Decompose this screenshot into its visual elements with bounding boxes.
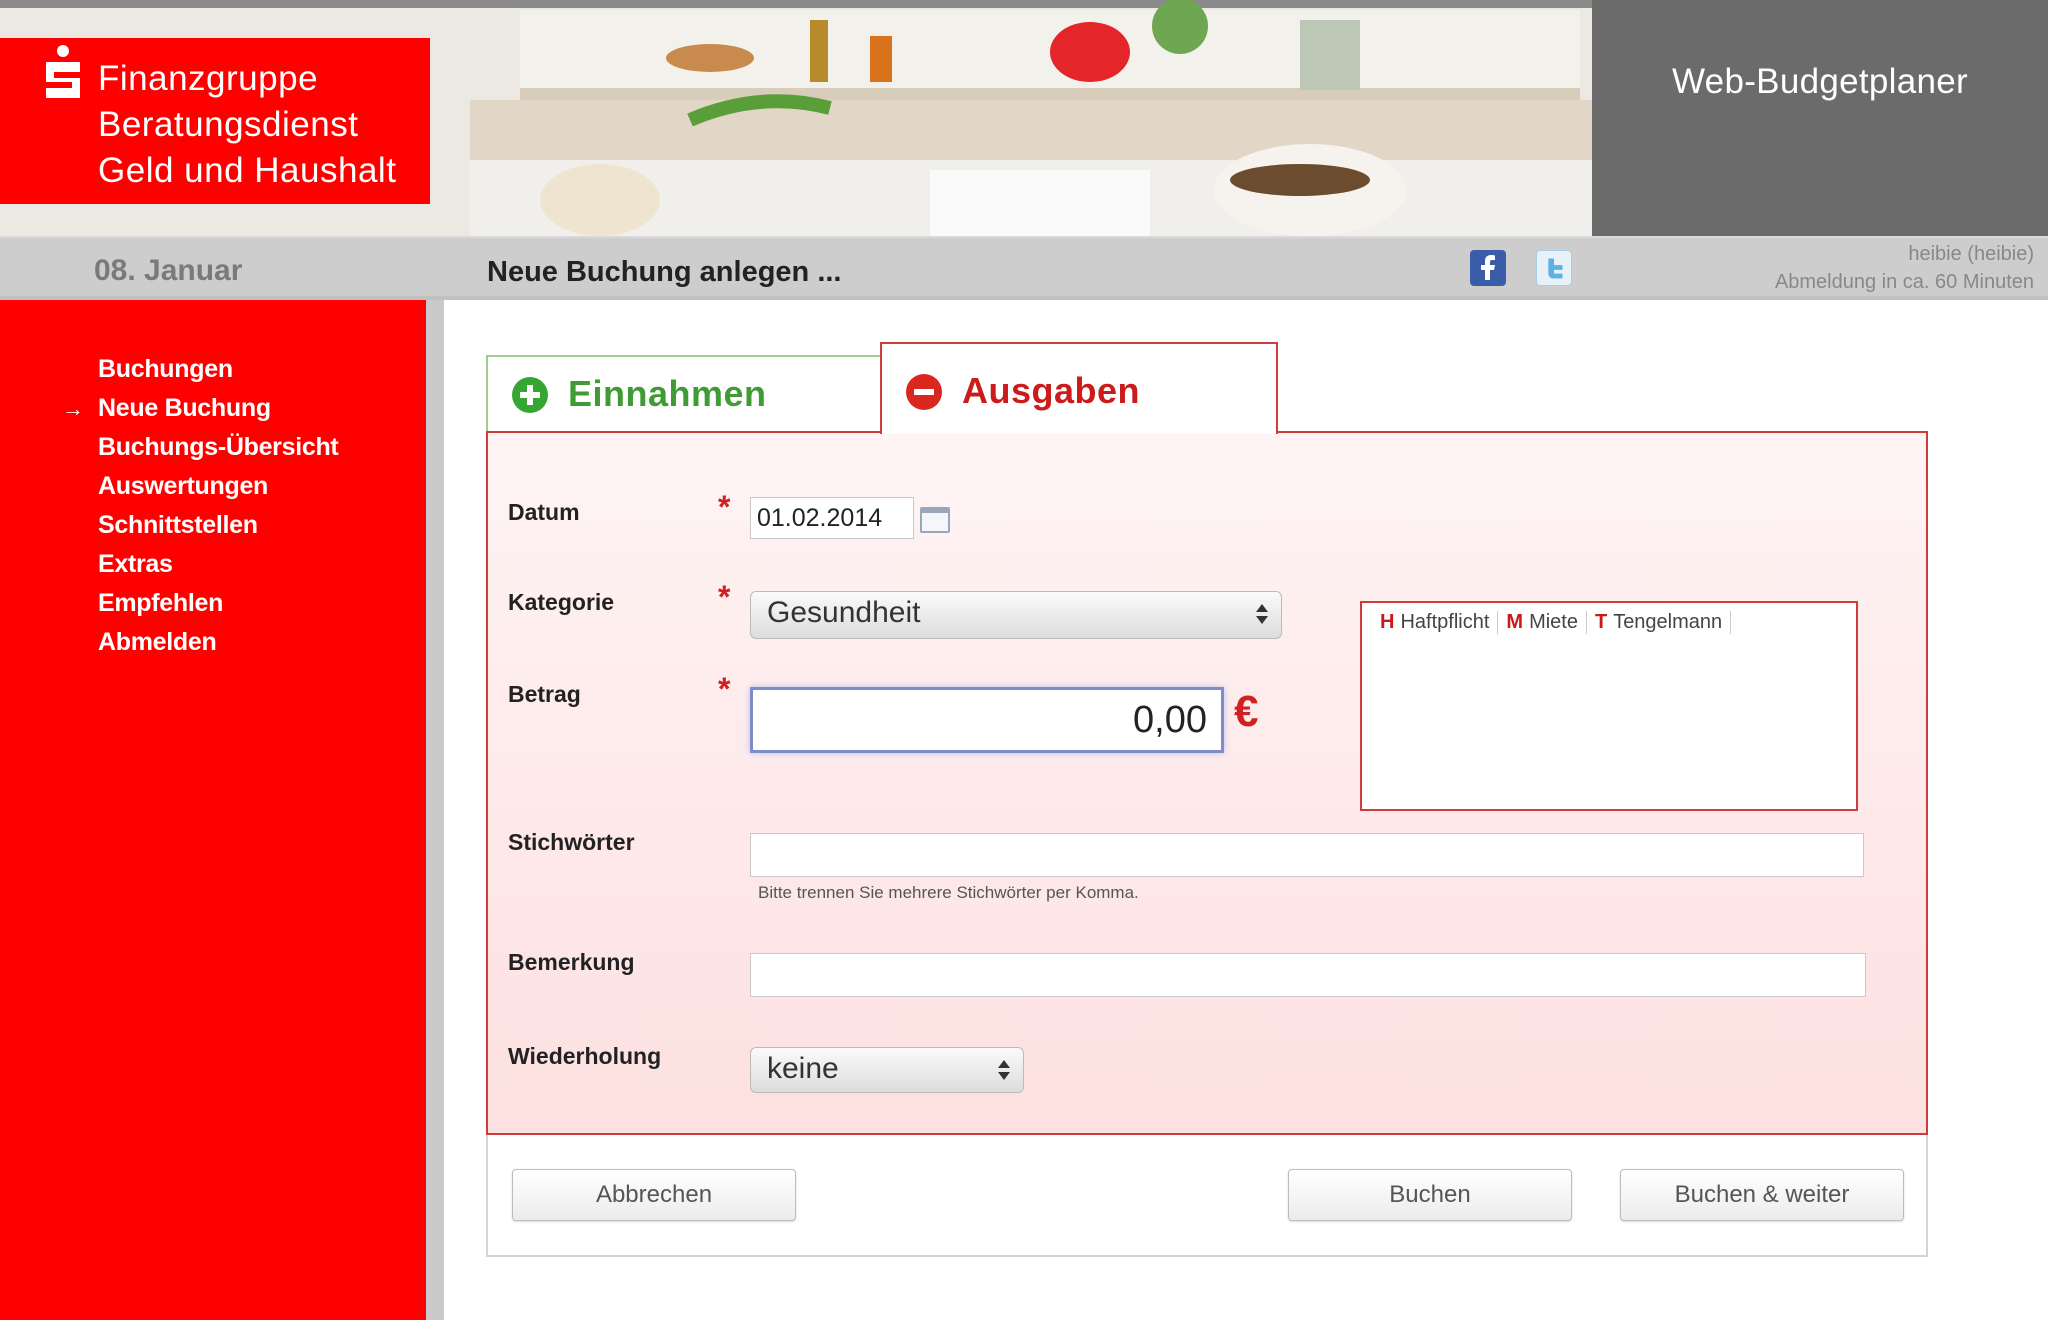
- bemerkung-label: Bemerkung: [508, 949, 635, 975]
- required-marker: *: [718, 579, 731, 615]
- plus-circle-icon: [512, 377, 548, 413]
- user-name: heibie (heibie): [1908, 243, 2034, 265]
- sidebar-item-empfehlen[interactable]: Empfehlen: [98, 584, 338, 623]
- sidebar-item-buchungs-uebersicht[interactable]: Buchungs-Übersicht: [98, 428, 339, 467]
- sidebar-divider: [426, 300, 444, 1320]
- select-arrows-icon: [993, 1058, 1015, 1084]
- brand-line-3: Geld und Haushalt: [98, 151, 397, 190]
- twitter-icon[interactable]: [1536, 250, 1572, 286]
- book-button[interactable]: Buchen: [1288, 1169, 1572, 1221]
- tab-einnahmen[interactable]: Einnahmen: [486, 355, 882, 433]
- datum-label: Datum: [508, 499, 580, 525]
- sidebar-item-neue-buchung[interactable]: → Neue Buchung: [62, 389, 338, 428]
- sidebar-item-label: Auswertungen: [98, 472, 269, 500]
- wiederholung-value: keine: [767, 1052, 839, 1085]
- sidebar: Buchungen → Neue Buchung Buchungs-Übersic…: [0, 300, 426, 1320]
- sidebar-item-label: Neue Buchung: [98, 394, 271, 422]
- wiederholung-select[interactable]: keine: [750, 1047, 1024, 1093]
- tab-label: Ausgaben: [962, 370, 1141, 411]
- kategorie-value: Gesundheit: [767, 596, 921, 629]
- sidebar-nav: Buchungen → Neue Buchung Buchungs-Übersic…: [62, 350, 339, 662]
- minus-circle-icon: [906, 374, 942, 410]
- kategorie-select[interactable]: Gesundheit: [750, 591, 1282, 639]
- current-date: 08. Januar: [94, 254, 243, 287]
- euro-icon: €: [1234, 687, 1259, 736]
- form-footer: Abbrechen Buchen Buchen & weiter: [486, 1135, 1928, 1257]
- betrag-input[interactable]: [750, 687, 1224, 753]
- sidebar-item-extras[interactable]: Extras: [98, 545, 338, 584]
- sidebar-item-label: Extras: [98, 550, 173, 578]
- bemerkung-input[interactable]: [750, 953, 1866, 997]
- tab-ausgaben[interactable]: Ausgaben: [880, 342, 1278, 434]
- kategorie-label: Kategorie: [508, 589, 615, 615]
- user-info: heibie (heibie) Abmeldung in ca. 60 Minu…: [1775, 240, 2034, 296]
- favorite-miete[interactable]: M Miete: [1498, 611, 1587, 634]
- tab-label: Einnahmen: [568, 373, 767, 414]
- calendar-icon[interactable]: [920, 507, 950, 533]
- sidebar-item-auswertungen[interactable]: Auswertungen: [98, 467, 338, 506]
- facebook-icon[interactable]: [1470, 250, 1506, 286]
- page-title: Neue Buchung anlegen ...: [487, 256, 842, 288]
- required-marker: *: [718, 671, 731, 707]
- active-arrow-icon: →: [62, 396, 84, 421]
- sidebar-item-label: Empfehlen: [98, 589, 224, 617]
- status-bar: 08. Januar Neue Buchung anlegen ... heib…: [0, 236, 2048, 300]
- favorites-box: H Haftpflicht M Miete T Tengelmann: [1360, 601, 1858, 811]
- header-banner: Finanzgruppe Beratungsdienst Geld und Ha…: [0, 0, 2048, 236]
- cancel-button[interactable]: Abbrechen: [512, 1169, 796, 1221]
- sidebar-item-buchungen[interactable]: Buchungen: [98, 350, 338, 389]
- favorite-label: Haftpflicht: [1400, 611, 1490, 633]
- required-marker: *: [718, 489, 731, 525]
- brand-line-1: Finanzgruppe: [98, 59, 319, 98]
- logout-countdown: Abmeldung in ca. 60 Minuten: [1774, 271, 2034, 293]
- betrag-label: Betrag: [508, 681, 581, 707]
- sidebar-item-schnittstellen[interactable]: Schnittstellen: [98, 506, 338, 545]
- sparkasse-logo-icon: [46, 45, 80, 98]
- sidebar-item-label: Abmelden: [98, 628, 217, 656]
- app-title: Web-Budgetplaner: [1671, 62, 1968, 101]
- wiederholung-label: Wiederholung: [508, 1043, 662, 1069]
- sidebar-item-abmelden[interactable]: Abmelden: [98, 623, 338, 662]
- datum-input[interactable]: [750, 497, 914, 539]
- brand-logo-box[interactable]: Finanzgruppe Beratungsdienst Geld und Ha…: [0, 38, 430, 204]
- favorite-label: Miete: [1529, 611, 1578, 633]
- stichwoerter-hint: Bitte trennen Sie mehrere Stichwörter pe…: [758, 883, 1139, 902]
- brand-line-2: Beratungsdienst: [98, 105, 359, 144]
- favorite-key: M: [1506, 611, 1524, 633]
- sidebar-item-label: Buchungen: [98, 355, 233, 383]
- favorite-tengelmann[interactable]: T Tengelmann: [1587, 611, 1732, 634]
- favorite-haftpflicht[interactable]: H Haftpflicht: [1372, 611, 1499, 634]
- booking-form: Datum * Kategorie * Gesundheit Betrag * …: [486, 431, 1928, 1135]
- app-title-box: Web-Budgetplaner: [1592, 0, 2048, 236]
- favorite-label: Tengelmann: [1613, 611, 1723, 633]
- select-arrows-icon: [1251, 602, 1273, 628]
- sidebar-item-label: Schnittstellen: [98, 511, 258, 539]
- favorite-key: T: [1594, 611, 1608, 633]
- book-and-continue-button[interactable]: Buchen & weiter: [1620, 1169, 1904, 1221]
- stichwoerter-label: Stichwörter: [508, 829, 635, 855]
- sidebar-item-label: Buchungs-Übersicht: [98, 433, 339, 461]
- stichwoerter-input[interactable]: [750, 833, 1864, 877]
- favorite-key: H: [1380, 611, 1395, 633]
